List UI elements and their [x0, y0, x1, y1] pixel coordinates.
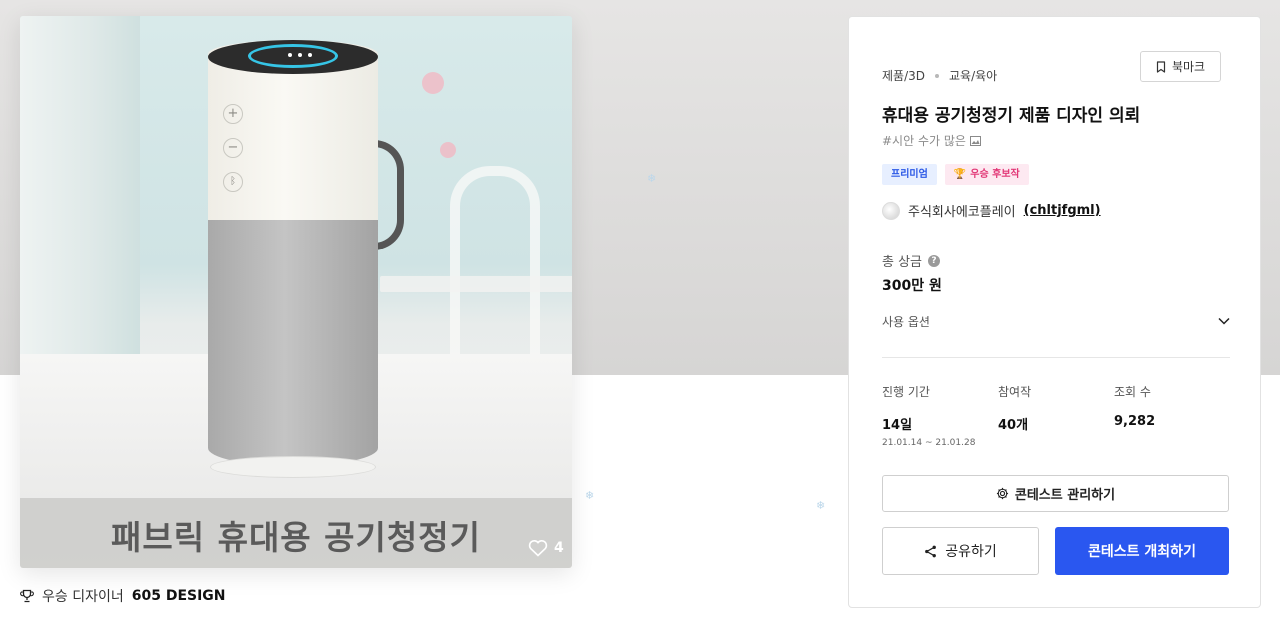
product-image-card[interactable]: + − ᛒ 패브릭 휴대용 공기청정기 4 — [20, 16, 572, 568]
background-table — [380, 276, 572, 292]
background-chair — [450, 166, 540, 356]
purifier-fabric-body — [208, 218, 378, 466]
host-id-link[interactable]: (chltjfgml) — [1024, 203, 1101, 218]
host-info[interactable]: 주식회사에코플레이 (chltjfgml) — [882, 201, 1101, 220]
purifier-led — [288, 53, 292, 57]
background-flower — [440, 142, 456, 158]
snowflake-decoration: ❄ — [585, 489, 595, 502]
badges: 프리미엄 🏆 우승 후보작 — [882, 164, 1029, 185]
bookmark-label: 북마크 — [1171, 60, 1206, 74]
stat-period-range: 21.01.14 ~ 21.01.28 — [882, 438, 976, 448]
winner-candidate-badge: 🏆 우승 후보작 — [944, 164, 1029, 185]
plus-icon: + — [223, 104, 243, 124]
host-contest-label: 콘테스트 개최하기 — [1088, 544, 1196, 560]
contest-info-panel: 제품/3D 교육/육아 북마크 휴대용 공기청정기 제품 디자인 의뢰 #시안 … — [848, 16, 1261, 608]
share-icon — [925, 545, 937, 557]
purifier-top: + − ᛒ — [208, 40, 378, 220]
manage-contest-button[interactable]: 콘테스트 관리하기 — [882, 475, 1229, 512]
minus-icon: − — [223, 138, 243, 158]
hashtag[interactable]: #시안 수가 많은 — [882, 132, 981, 149]
air-purifier-illustration: + − ᛒ — [208, 40, 404, 478]
breadcrumb: 제품/3D 교육/육아 — [882, 67, 997, 84]
help-icon[interactable]: ? — [928, 254, 941, 267]
share-button[interactable]: 공유하기 — [882, 527, 1039, 575]
bluetooth-icon: ᛒ — [223, 172, 243, 192]
stat-entries: 참여작 40개 — [998, 383, 1114, 448]
purifier-led — [308, 53, 312, 57]
stat-views-value: 9,282 — [1114, 414, 1156, 429]
hashtag-text: #시안 수가 많은 — [882, 134, 966, 148]
usage-options-toggle[interactable]: 사용 옵션 — [882, 311, 1230, 331]
designer-prefix: 우승 디자이너 — [42, 589, 124, 605]
background-window — [20, 16, 140, 356]
prize-label: 총 상금 ? — [882, 251, 941, 270]
purifier-cap — [208, 40, 378, 74]
contest-title: 휴대용 공기청정기 제품 디자인 의뢰 — [882, 106, 1141, 126]
divider — [882, 357, 1230, 358]
like-button[interactable]: 4 — [528, 538, 564, 558]
prize-value: 300만 원 — [882, 278, 942, 294]
purifier-light-ring — [248, 44, 338, 68]
manage-contest-label: 콘테스트 관리하기 — [1014, 488, 1116, 503]
winner-badge-label: 우승 후보작 — [970, 169, 1020, 180]
usage-options-label: 사용 옵션 — [882, 314, 930, 329]
trophy-icon — [20, 589, 34, 603]
designer-name[interactable]: 605 DESIGN — [132, 588, 226, 604]
snowflake-decoration: ❄ — [816, 499, 826, 512]
premium-badge: 프리미엄 — [882, 164, 937, 185]
host-avatar — [882, 201, 900, 220]
image-icon — [969, 135, 981, 146]
share-label: 공유하기 — [945, 544, 997, 560]
purifier-led — [298, 53, 302, 57]
bookmark-icon — [1156, 60, 1166, 73]
stat-entries-value: 40개 — [998, 418, 1029, 433]
product-caption: 패브릭 휴대용 공기청정기 — [111, 518, 481, 557]
stat-period-label: 진행 기간 — [882, 385, 930, 399]
host-contest-button[interactable]: 콘테스트 개최하기 — [1055, 527, 1229, 575]
breadcrumb-subcategory[interactable]: 교육/육아 — [949, 67, 997, 84]
prize-label-text: 총 상금 — [882, 255, 923, 270]
winning-designer: 우승 디자이너 605 DESIGN — [20, 586, 226, 606]
trophy-icon: 🏆 — [953, 169, 967, 180]
breadcrumb-separator — [935, 73, 939, 78]
contest-stats: 진행 기간 14일 21.01.14 ~ 21.01.28 참여작 40개 조회… — [882, 383, 1230, 448]
gear-icon — [996, 487, 1008, 500]
stat-period-value: 14일 — [882, 418, 913, 433]
stat-views-label: 조회 수 — [1114, 385, 1151, 399]
stat-entries-label: 참여작 — [998, 385, 1032, 399]
stat-views: 조회 수 9,282 — [1114, 383, 1230, 448]
host-name: 주식회사에코플레이 — [908, 205, 1016, 220]
like-count: 4 — [554, 540, 564, 556]
chevron-down-icon — [1218, 317, 1230, 325]
bookmark-button[interactable]: 북마크 — [1140, 51, 1221, 82]
background-flower — [422, 72, 444, 94]
purifier-base — [210, 456, 376, 478]
snowflake-decoration: ❄ — [647, 172, 657, 185]
stat-period: 진행 기간 14일 21.01.14 ~ 21.01.28 — [882, 383, 998, 448]
breadcrumb-category[interactable]: 제품/3D — [882, 67, 925, 84]
heart-icon — [528, 540, 548, 557]
